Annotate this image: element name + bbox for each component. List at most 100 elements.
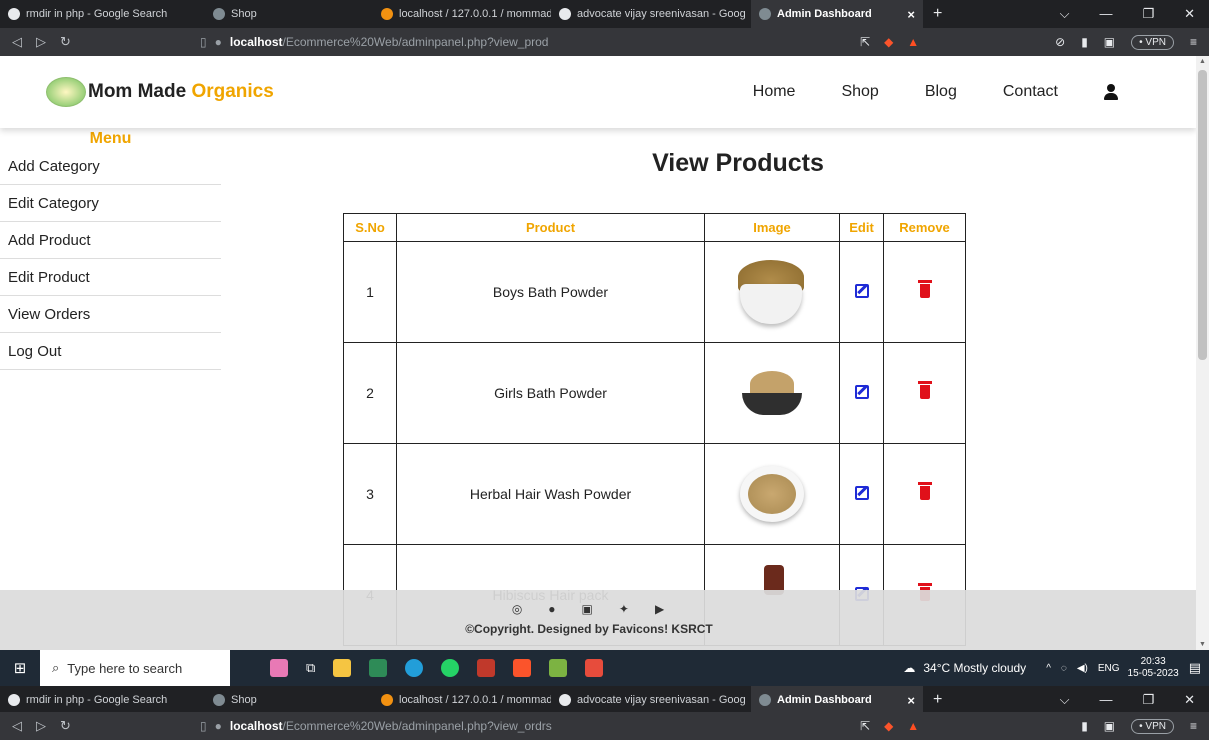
network-icon[interactable]: ◌ <box>1061 663 1067 674</box>
browser-tab-active[interactable]: Admin Dashboard × <box>751 686 923 714</box>
close-tab-icon[interactable]: × <box>907 693 915 708</box>
browser-tab[interactable]: Shop <box>205 686 373 714</box>
trash-icon[interactable] <box>917 279 932 298</box>
calculator-icon[interactable] <box>369 659 388 677</box>
minimize-icon[interactable]: — <box>1099 6 1112 22</box>
wallet-icon[interactable]: ▣ <box>1104 719 1115 733</box>
sidebar-icon[interactable]: ▮ <box>1081 35 1088 49</box>
reload-icon[interactable]: ↻ <box>60 34 71 50</box>
notepad-icon[interactable] <box>549 659 568 677</box>
task-view-icon[interactable]: ⧉ <box>306 660 315 676</box>
trash-icon[interactable] <box>917 380 932 399</box>
product-image <box>704 342 840 444</box>
system-tray: ^ ◌ ◀) ENG <box>1046 663 1119 674</box>
user-icon[interactable] <box>1104 84 1118 100</box>
sidebar-item-add-product[interactable]: Add Product <box>0 222 221 259</box>
brave-icon[interactable] <box>513 659 532 677</box>
volume-icon[interactable]: ◀) <box>1077 663 1088 674</box>
browser-tab[interactable]: advocate vijay sreenivasan - Goog <box>551 0 751 28</box>
browser-tab[interactable]: Shop <box>205 0 373 28</box>
new-tab-icon[interactable]: + <box>923 691 942 709</box>
share-icon[interactable]: ⇱ <box>860 719 870 733</box>
browser-tab[interactable]: rmdir in php - Google Search <box>0 0 205 28</box>
brand-name[interactable]: Mom Made Organics <box>88 81 274 103</box>
clock[interactable]: 20:33 15-05-2023 <box>1128 656 1179 680</box>
xampp-icon[interactable] <box>585 659 604 677</box>
nav-contact[interactable]: Contact <box>1003 83 1058 101</box>
new-tab-icon[interactable]: + <box>923 5 942 23</box>
file-explorer-icon[interactable] <box>333 659 352 677</box>
menu-icon[interactable]: ≡ <box>1190 35 1197 49</box>
forward-icon[interactable]: ▷ <box>36 34 46 50</box>
menu-icon[interactable]: ≡ <box>1190 719 1197 733</box>
edit-cell <box>839 443 884 545</box>
wallet-icon[interactable]: ▣ <box>1104 35 1115 49</box>
twitter-icon[interactable]: ✦ <box>619 602 629 616</box>
sidebar-icon[interactable]: ▮ <box>1081 719 1088 733</box>
restore-icon[interactable]: ❐ <box>1142 692 1154 708</box>
browser-tab-active[interactable]: Admin Dashboard × <box>751 0 923 28</box>
close-window-icon[interactable]: ✕ <box>1184 6 1195 22</box>
browser-tab[interactable]: localhost / 127.0.0.1 / mommadeo <box>373 686 551 714</box>
browser-tab[interactable]: advocate vijay sreenivasan - Goog <box>551 686 751 714</box>
reload-icon[interactable]: ↻ <box>60 718 71 734</box>
vpn-button[interactable]: • VPN <box>1131 34 1174 50</box>
windows-taskbar: ⊞ ⌕ Type here to search ⧉ ☁ 34°C Mostly … <box>0 650 1209 686</box>
trash-icon[interactable] <box>917 481 932 500</box>
logo-icon[interactable] <box>46 77 86 107</box>
nav-shop[interactable]: Shop <box>841 83 878 101</box>
sidebar-item-log-out[interactable]: Log Out <box>0 333 221 370</box>
browser-tab[interactable]: rmdir in php - Google Search <box>0 686 205 714</box>
sidebar-item-view-orders[interactable]: View Orders <box>0 296 221 333</box>
url-field[interactable]: ▯ ● localhost/Ecommerce%20Web/adminpanel… <box>200 719 800 733</box>
restore-icon[interactable]: ❐ <box>1142 6 1154 22</box>
facebook-icon[interactable]: ● <box>548 602 555 616</box>
whatsapp-icon[interactable] <box>441 659 460 677</box>
back-icon[interactable]: ◁ <box>12 718 22 734</box>
share-icon[interactable]: ⇱ <box>860 35 870 49</box>
widget-icon[interactable] <box>270 659 288 677</box>
scroll-up-icon[interactable]: ▲ <box>1199 58 1206 65</box>
sidebar-item-edit-category[interactable]: Edit Category <box>0 185 221 222</box>
browser-tab[interactable]: localhost / 127.0.0.1 / mommadeo <box>373 0 551 28</box>
instagram-icon[interactable]: ◎ <box>512 602 522 616</box>
language-indicator[interactable]: ENG <box>1098 663 1120 674</box>
windows-start-icon[interactable]: ⊞ <box>0 659 40 677</box>
column-header: Image <box>704 213 840 242</box>
taskbar-search[interactable]: ⌕ Type here to search <box>40 650 230 686</box>
nav-blog[interactable]: Blog <box>925 83 957 101</box>
chevron-down-icon[interactable]: ⌵ <box>1060 6 1070 22</box>
linkedin-icon[interactable]: ▣ <box>582 602 593 616</box>
minimize-icon[interactable]: — <box>1099 692 1112 708</box>
youtube-icon[interactable]: ▶ <box>655 602 664 616</box>
telegram-icon[interactable] <box>405 659 424 677</box>
close-window-icon[interactable]: ✕ <box>1184 692 1195 708</box>
extension-icon[interactable]: ⊘ <box>1055 35 1065 49</box>
edit-icon[interactable] <box>854 384 869 399</box>
weather-widget[interactable]: ☁ 34°C Mostly cloudy <box>903 661 1026 675</box>
nav-home[interactable]: Home <box>753 83 796 101</box>
edit-icon[interactable] <box>854 485 869 500</box>
scroll-down-icon[interactable]: ▼ <box>1199 641 1206 648</box>
brave-rewards-icon[interactable]: ▲ <box>907 719 919 733</box>
forward-icon[interactable]: ▷ <box>36 718 46 734</box>
close-tab-icon[interactable]: × <box>907 7 915 22</box>
url-field[interactable]: ▯ ● localhost/Ecommerce%20Web/adminpanel… <box>200 35 800 49</box>
brave-shield-icon[interactable]: ◆ <box>884 719 893 733</box>
edit-cell <box>839 342 884 444</box>
notification-icon[interactable]: ▤ <box>1189 660 1209 676</box>
app-icon[interactable] <box>477 659 496 677</box>
chevron-down-icon[interactable]: ⌵ <box>1060 692 1070 708</box>
scroll-thumb[interactable] <box>1198 70 1207 360</box>
page-scrollbar[interactable]: ▲ ▼ <box>1196 56 1209 650</box>
remove-cell <box>883 342 966 444</box>
sidebar-item-edit-product[interactable]: Edit Product <box>0 259 221 296</box>
brave-rewards-icon[interactable]: ▲ <box>907 35 919 49</box>
edit-icon[interactable] <box>854 283 869 298</box>
bookmark-icon[interactable]: ▯ <box>200 35 207 49</box>
back-icon[interactable]: ◁ <box>12 34 22 50</box>
brave-shield-icon[interactable]: ◆ <box>884 35 893 49</box>
vpn-button[interactable]: • VPN <box>1131 718 1174 734</box>
chevron-up-icon[interactable]: ^ <box>1046 663 1051 674</box>
bookmark-icon[interactable]: ▯ <box>200 719 207 733</box>
